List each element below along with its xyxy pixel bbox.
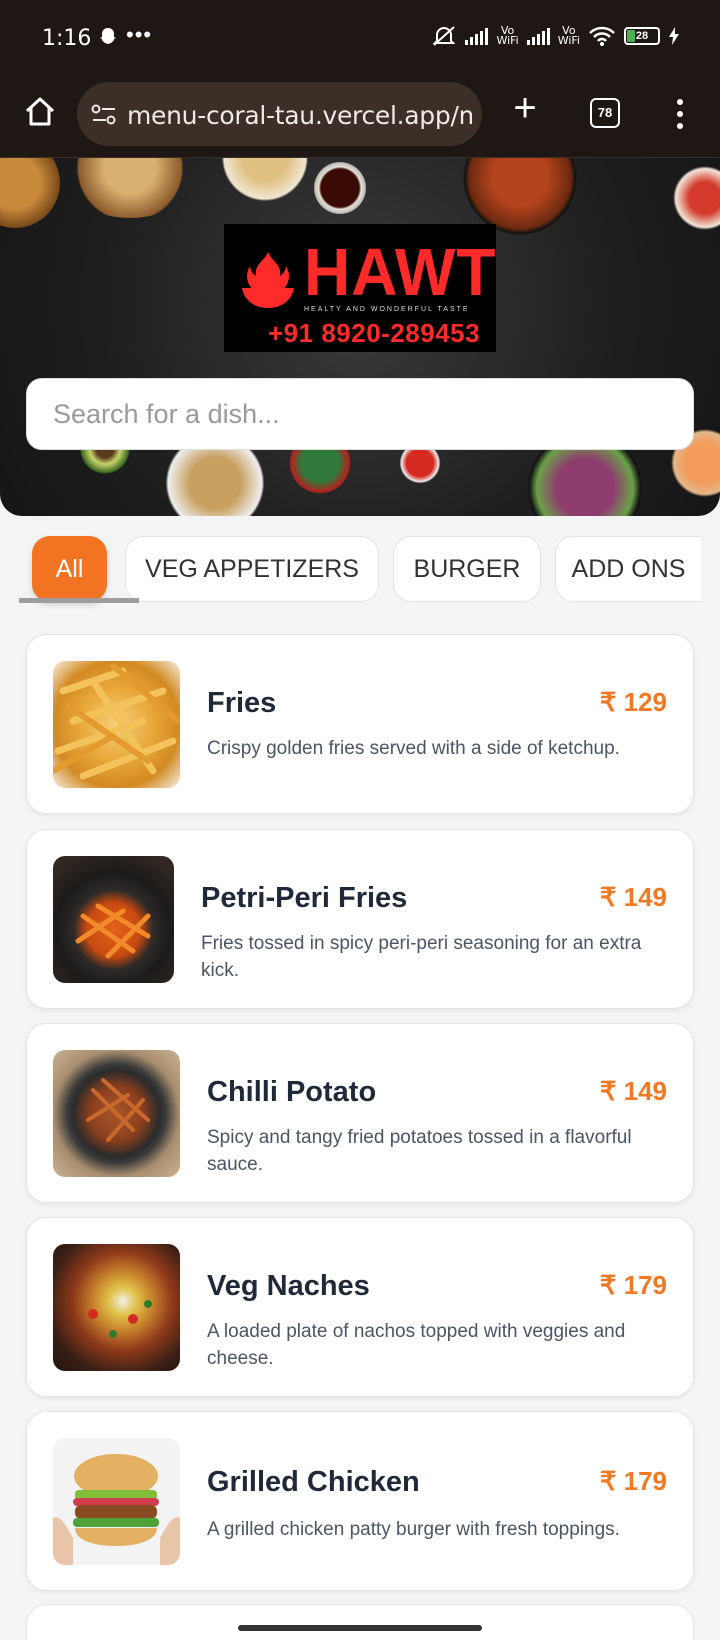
mute-icon: [433, 26, 456, 46]
category-tab-veg-appetizers[interactable]: VEG APPETIZERS: [125, 536, 379, 602]
status-icons: Vo WiFi Vo WiFi 28: [431, 24, 680, 48]
category-tabs: All VEG APPETIZERS BURGER ADD ONS: [0, 536, 720, 606]
vowifi-label: Vo WiFi: [496, 24, 519, 47]
menu-item-card[interactable]: Petri-Peri Fries ₹ 149 Fries tossed in s…: [26, 829, 694, 1009]
food-decoration: [310, 158, 370, 218]
more-notifications-icon: •••: [126, 22, 153, 47]
menu-item-card[interactable]: Chilli Potato ₹ 149 Spicy and tangy frie…: [26, 1023, 694, 1203]
food-decoration: [60, 158, 200, 218]
menu-item-card[interactable]: Veg Naches ₹ 179 A loaded plate of nacho…: [26, 1217, 694, 1397]
menu-item-price: ₹ 179: [599, 1466, 667, 1496]
menu-item-price: ₹ 179: [599, 1270, 667, 1300]
menu-item-description: A loaded plate of nachos topped with veg…: [207, 1321, 626, 1369]
flame-bowl-icon: [242, 252, 294, 308]
grilled-chicken-burger-photo: [53, 1438, 180, 1565]
signal-icon: [465, 27, 489, 45]
chilli-potato-photo: [53, 1050, 180, 1177]
scroll-indicator: [19, 598, 139, 603]
charging-icon: [669, 27, 679, 45]
menu-item-price: ₹ 149: [599, 882, 667, 912]
status-bar: 1:16 ••• Vo WiFi Vo WiFi 28: [0, 0, 720, 76]
url-text[interactable]: menu-coral-tau.vercel.app/m: [127, 101, 472, 130]
brand-logo: HAWT HEALTY AND WONDERFUL TASTE +91 8920…: [224, 224, 496, 352]
menu-item-description: A grilled chicken patty burger with fres…: [207, 1519, 620, 1540]
menu-item-price: ₹ 149: [599, 1076, 667, 1106]
menu-item-card[interactable]: [26, 1604, 694, 1640]
veg-nachos-photo: [53, 1244, 180, 1371]
food-decoration: [670, 158, 720, 238]
brand-phone: +91 8920-289453: [268, 318, 481, 348]
signal-icon: [526, 27, 550, 45]
new-tab-icon[interactable]: +: [505, 88, 545, 130]
fries-photo: [53, 661, 180, 788]
address-bar[interactable]: menu-coral-tau.vercel.app/m: [77, 82, 482, 146]
brand-name: HAWT: [304, 234, 497, 310]
menu-item-card[interactable]: Grilled Chicken ₹ 179 A grilled chicken …: [26, 1411, 694, 1591]
food-decoration: [0, 158, 60, 228]
menu-item-description: Fries tossed in spicy peri-peri seasonin…: [201, 933, 642, 981]
status-time: 1:16: [42, 26, 92, 51]
category-tab-burger[interactable]: BURGER: [393, 536, 541, 602]
category-tab-add-ons[interactable]: ADD ONS: [555, 536, 701, 602]
brand-tagline: HEALTY AND WONDERFUL TASTE: [304, 306, 470, 313]
home-icon[interactable]: [22, 94, 58, 130]
vowifi-label: Vo WiFi: [557, 24, 580, 47]
menu-item-name: Grilled Chicken: [207, 1466, 420, 1498]
menu-item-description: Spicy and tangy fried potatoes tossed in…: [207, 1127, 632, 1175]
menu-item-name: Petri-Peri Fries: [201, 882, 408, 914]
search-input[interactable]: [27, 379, 693, 449]
search-bar[interactable]: [26, 378, 694, 450]
tab-switcher-button[interactable]: 78: [590, 98, 620, 128]
peri-peri-fries-photo: [53, 856, 174, 983]
hero-banner: HAWT HEALTY AND WONDERFUL TASTE +91 8920…: [0, 158, 720, 516]
category-tab-all[interactable]: All: [32, 536, 107, 602]
menu-item-card[interactable]: Fries ₹ 129 Crispy golden fries served w…: [26, 634, 694, 814]
menu-item-name: Veg Naches: [207, 1270, 370, 1302]
food-decoration: [210, 158, 320, 208]
menu-item-price: ₹ 129: [599, 687, 667, 717]
more-options-icon[interactable]: [668, 96, 692, 132]
site-settings-icon[interactable]: [91, 104, 117, 126]
home-indicator[interactable]: [238, 1625, 482, 1631]
menu-item-name: Fries: [207, 687, 277, 719]
snapchat-icon: [100, 28, 116, 44]
menu-item-description: Crispy golden fries served with a side o…: [207, 738, 620, 759]
wifi-icon: [589, 26, 615, 46]
menu-item-name: Chilli Potato: [207, 1076, 377, 1108]
browser-toolbar: menu-coral-tau.vercel.app/m + 78: [0, 76, 720, 158]
battery-icon: 28: [624, 27, 660, 45]
